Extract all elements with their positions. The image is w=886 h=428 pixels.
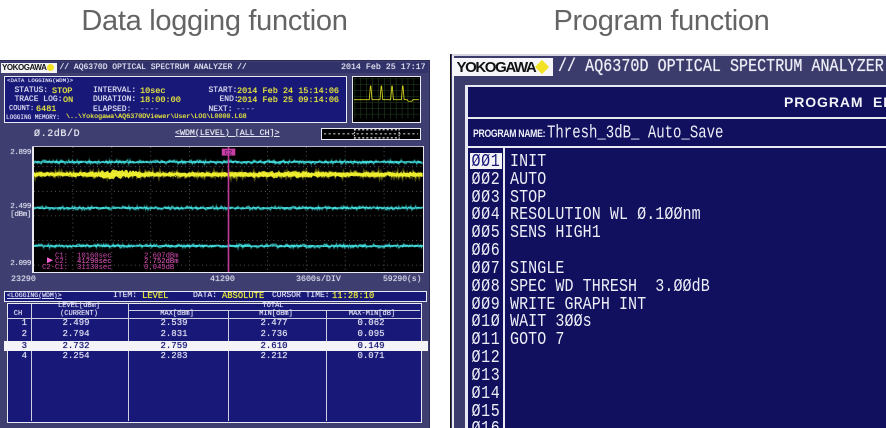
svg-text:31130sec: 31130sec — [77, 264, 112, 272]
svg-text:C2: C2 — [225, 149, 233, 156]
svg-text:C2-C1:: C2-C1: — [42, 264, 68, 272]
svg-text:0.045dB: 0.045dB — [144, 264, 175, 272]
